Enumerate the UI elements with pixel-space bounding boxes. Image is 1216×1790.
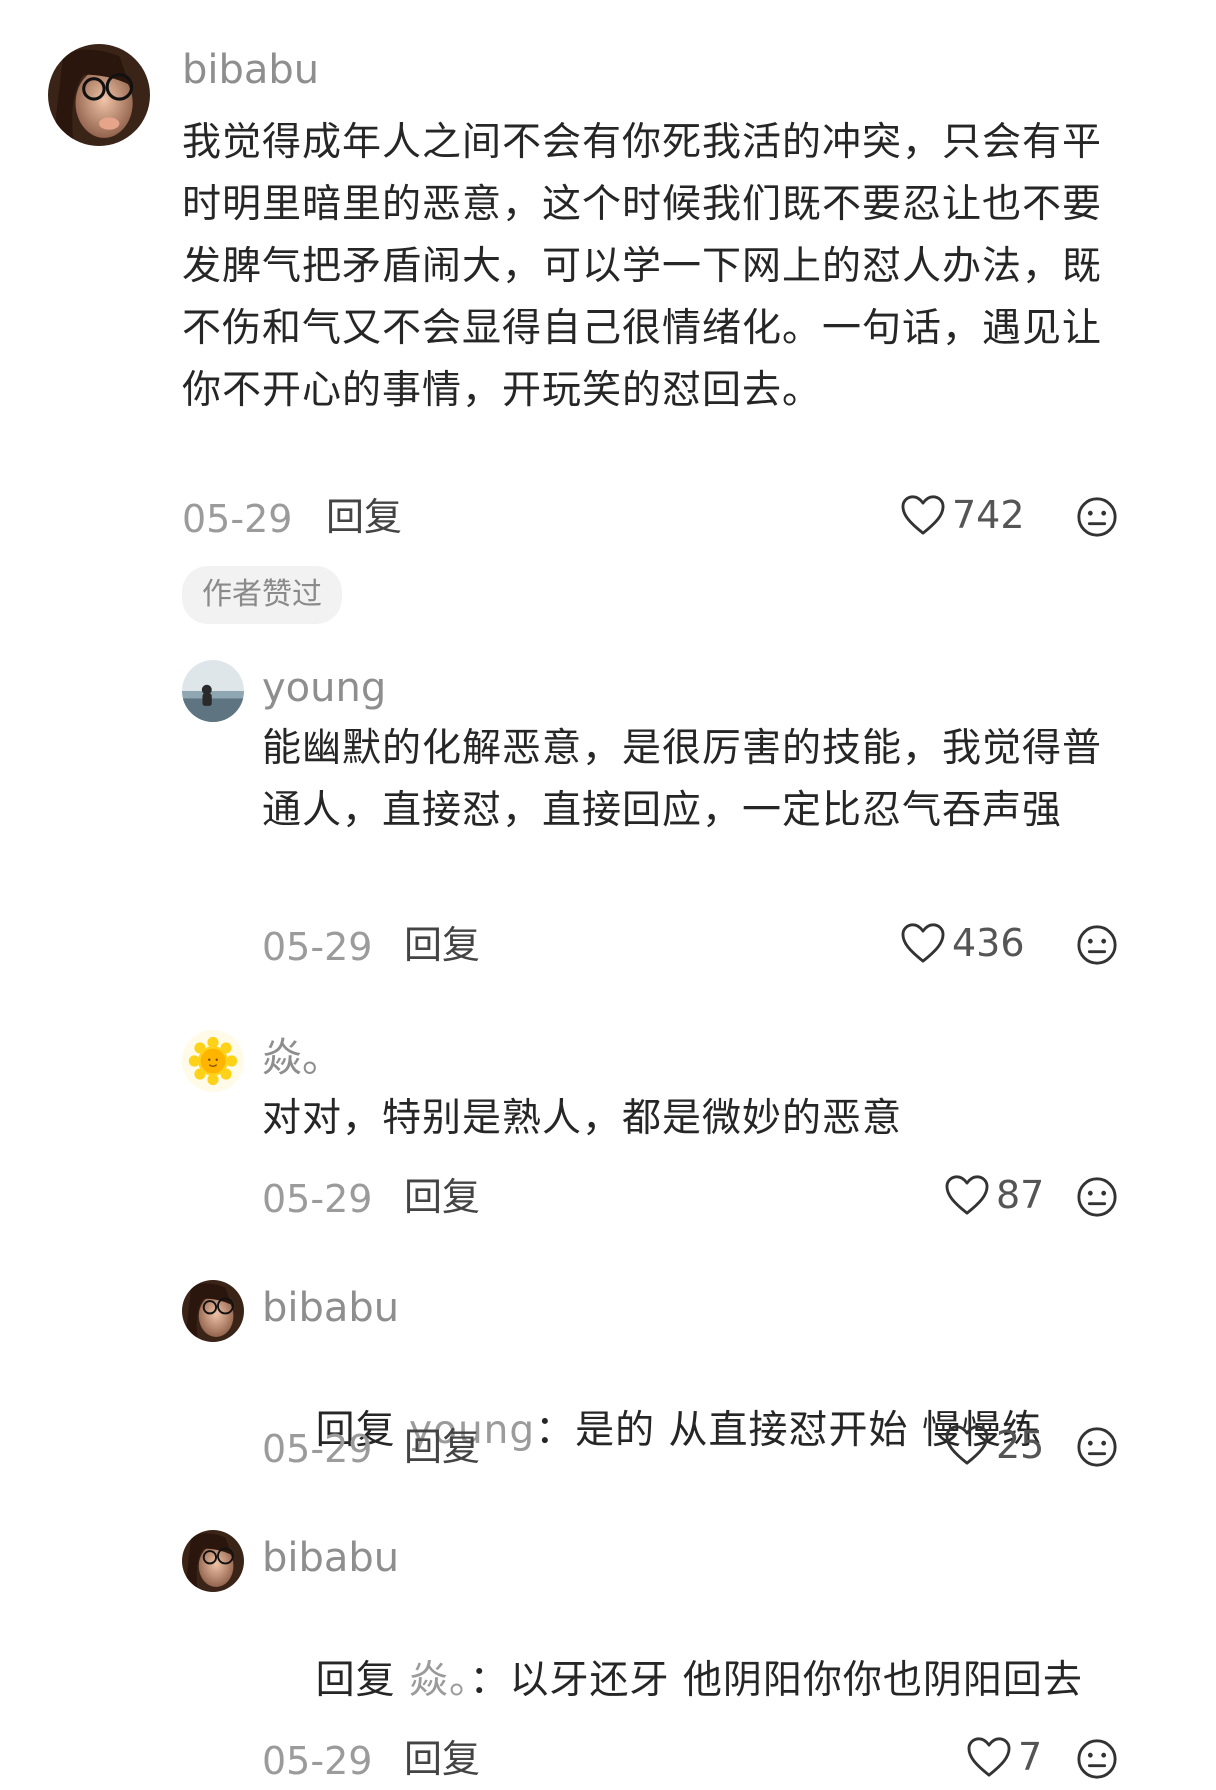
avatar-bibabu[interactable]	[182, 1530, 244, 1592]
reply-text: ：以牙还牙 他阴阳你你也阴阳回去	[469, 1658, 1083, 1703]
reply-button[interactable]: 回复	[326, 498, 402, 536]
avatar-yan[interactable]	[182, 1030, 244, 1092]
avatar-bibabu[interactable]	[48, 44, 150, 146]
like-count: 7	[1018, 1735, 1043, 1779]
reply-item: young 能幽默的化解恶意，是很厉害的技能，我觉得普通人，直接怼，直接回应，一…	[0, 650, 1216, 990]
reply-button[interactable]: 回复	[404, 1428, 480, 1466]
like-button[interactable]: 25	[944, 1424, 1044, 1466]
reply-date: 05-29	[262, 925, 373, 969]
like-count: 25	[996, 1423, 1045, 1467]
comment-main: bibabu 我觉得成年人之间不会有你死我活的冲突，只会有平时明里暗里的恶意，这…	[0, 0, 1216, 624]
comment-username[interactable]: bibabu	[182, 50, 319, 90]
reply-item: bibabu 回复 young：是的 从直接怼开始 慢慢练 05-29 回复 2…	[0, 1270, 1216, 1490]
reply-username[interactable]: bibabu	[262, 1288, 399, 1328]
like-count: 742	[952, 493, 1025, 537]
neutral-face-icon[interactable]	[1076, 1426, 1118, 1468]
like-button[interactable]: 742	[900, 494, 1025, 536]
heart-outline-icon	[900, 922, 946, 964]
avatar-young[interactable]	[182, 660, 244, 722]
avatar-bibabu[interactable]	[182, 1280, 244, 1342]
reply-text: 能幽默的化解恶意，是很厉害的技能，我觉得普通人，直接怼，直接回应，一定比忍气吞声…	[262, 726, 1103, 833]
heart-outline-icon	[944, 1424, 990, 1466]
reply-username[interactable]: bibabu	[262, 1538, 399, 1578]
like-count: 436	[952, 921, 1025, 965]
reply-date: 05-29	[262, 1739, 373, 1783]
author-liked-badge: 作者赞过	[182, 566, 342, 624]
neutral-face-icon[interactable]	[1076, 1738, 1118, 1780]
heart-outline-icon	[944, 1174, 990, 1216]
reply-button[interactable]: 回复	[404, 1740, 480, 1778]
reply-button[interactable]: 回复	[404, 926, 480, 964]
neutral-face-icon[interactable]	[1076, 924, 1118, 966]
reply-item: bibabu 回复 焱。：以牙还牙 他阴阳你你也阴阳回去 05-29 回复 7	[0, 1520, 1216, 1790]
neutral-face-icon[interactable]	[1076, 1176, 1118, 1218]
reply-date: 05-29	[262, 1177, 373, 1221]
reply-text: 对对，特别是熟人，都是微妙的恶意	[262, 1096, 903, 1141]
heart-outline-icon	[900, 494, 946, 536]
reply-username[interactable]: young	[262, 668, 386, 708]
reply-prefix: 回复	[315, 1658, 396, 1703]
comment-text: 我觉得成年人之间不会有你死我活的冲突，只会有平时明里暗里的恶意，这个时候我们既不…	[182, 120, 1103, 413]
like-button[interactable]: 87	[944, 1174, 1044, 1216]
heart-outline-icon	[966, 1736, 1012, 1778]
reply-item: 焱。 对对，特别是熟人，都是微妙的恶意 05-29 回复 87	[0, 1020, 1216, 1240]
like-count: 87	[996, 1173, 1045, 1217]
reply-date: 05-29	[262, 1427, 373, 1471]
neutral-face-icon[interactable]	[1076, 496, 1118, 538]
reply-target-user[interactable]: 焱。	[409, 1658, 470, 1703]
reply-username[interactable]: 焱。	[262, 1038, 342, 1078]
like-button[interactable]: 436	[900, 922, 1025, 964]
comment-date: 05-29	[182, 497, 293, 541]
like-button[interactable]: 7	[966, 1736, 1042, 1778]
reply-button[interactable]: 回复	[404, 1178, 480, 1216]
